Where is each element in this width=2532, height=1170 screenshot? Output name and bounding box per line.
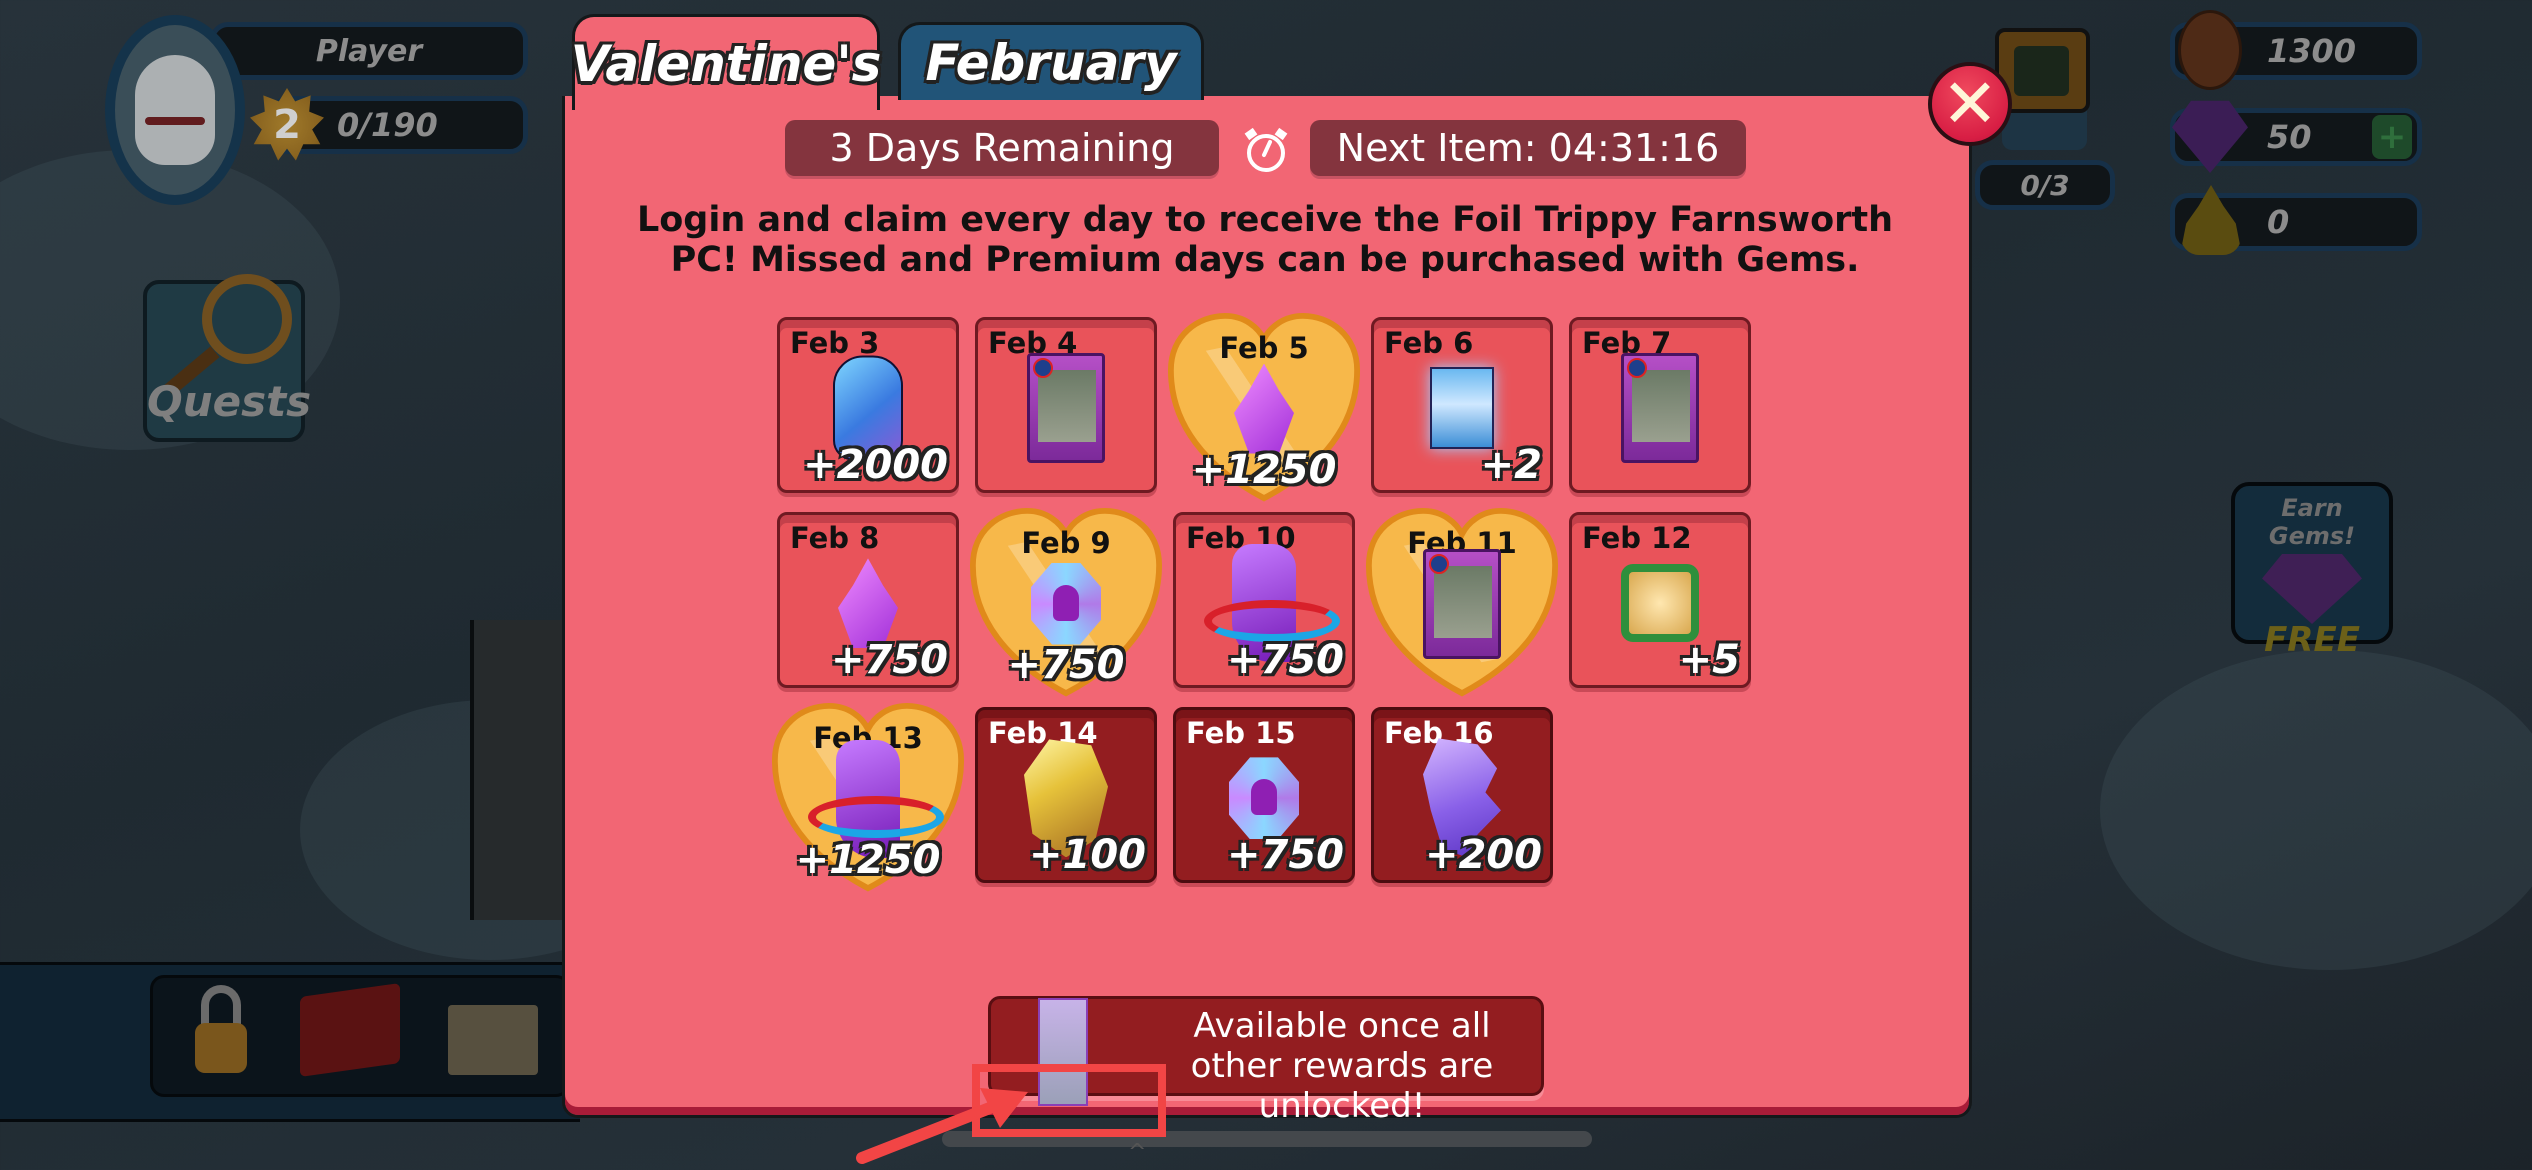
- reward-quantity: +2: [1480, 442, 1542, 488]
- reward-tile[interactable]: Feb 5 +1250: [1167, 312, 1361, 502]
- reward-date: Feb 3: [790, 326, 880, 360]
- trippy-farnsworth-card-icon: [1621, 353, 1699, 464]
- reward-date: Feb 6: [1384, 326, 1474, 360]
- lock-body: [195, 1023, 247, 1073]
- gem-icon: [2262, 554, 2362, 624]
- reward-tile[interactable]: Feb 3 +2000: [777, 317, 959, 493]
- earn-gems-button[interactable]: Earn Gems! FREE: [2231, 482, 2393, 660]
- avatar[interactable]: [105, 15, 245, 205]
- reward-tile[interactable]: Feb 8 +750: [777, 512, 959, 688]
- reward-quantity: +750: [1226, 832, 1344, 878]
- reward-tile[interactable]: Feb 14 +100: [975, 707, 1157, 883]
- reward-date: Feb 12: [1582, 521, 1692, 555]
- reward-tile[interactable]: Feb 10 +750: [1173, 512, 1355, 688]
- reward-quantity: +750: [1007, 642, 1125, 688]
- reward-date: Feb 5: [1219, 331, 1309, 365]
- toolbox-icon[interactable]: [300, 982, 400, 1078]
- player-name[interactable]: Player: [210, 22, 528, 80]
- next-item-timer: Next Item: 04:31:16: [1310, 120, 1746, 176]
- character-badge-icon: [1621, 564, 1699, 643]
- reward-quantity: +1250: [1191, 447, 1337, 493]
- quests-button[interactable]: Quests: [143, 274, 312, 442]
- reward-tile[interactable]: Feb 15 +750: [1173, 707, 1355, 883]
- bobs-burgers-building: [470, 620, 570, 920]
- reward-quantity: +1250: [795, 837, 941, 883]
- coin-icon: [2178, 10, 2242, 90]
- tv-count: 0/3: [1975, 160, 2115, 210]
- stopwatch-icon: [1244, 127, 1288, 172]
- magnifier-icon: [202, 274, 292, 364]
- final-reward-text: Available once all other rewards are unl…: [1190, 1006, 1494, 1126]
- reward-tile[interactable]: Feb 11: [1365, 507, 1559, 697]
- reward-quantity: +5: [1678, 637, 1740, 683]
- reward-tile[interactable]: Feb 6 +2: [1371, 317, 1553, 493]
- earn-gems-label: Earn Gems!: [2268, 494, 2356, 550]
- reward-date: Feb 9: [1021, 526, 1111, 560]
- free-label: FREE: [2264, 620, 2360, 660]
- tab-february[interactable]: February: [898, 22, 1204, 100]
- reward-quantity: +750: [830, 637, 948, 683]
- reward-quantity: +100: [1028, 832, 1146, 878]
- rewards-description: Login and claim every day to receive the…: [636, 200, 1894, 280]
- reward-tile[interactable]: Feb 4: [975, 317, 1157, 493]
- reward-tile[interactable]: Feb 12 +5: [1569, 512, 1751, 688]
- tab-valentines[interactable]: Valentine's: [571, 14, 881, 110]
- card-pack-icon: [1430, 367, 1494, 450]
- annotation-arrow-icon: [856, 1088, 1028, 1164]
- purple-crystal-icon: [838, 558, 898, 649]
- chevron-up-icon: ^: [1128, 1140, 1147, 1165]
- add-gems-button[interactable]: +: [2372, 115, 2412, 159]
- character-token-icon: [1229, 757, 1299, 840]
- reward-date: Feb 8: [790, 521, 880, 555]
- quests-label: Quests: [147, 377, 312, 426]
- brian-avatar-icon: [135, 55, 215, 165]
- reward-tile[interactable]: Feb 7: [1569, 317, 1751, 493]
- reward-quantity: +750: [1226, 637, 1344, 683]
- trippy-farnsworth-card-icon: [1027, 353, 1105, 464]
- reward-date: Feb 15: [1186, 716, 1296, 750]
- mail-icon[interactable]: [448, 1005, 538, 1075]
- reward-quantity: +200: [1424, 832, 1542, 878]
- reward-quantity: +2000: [803, 442, 948, 488]
- reward-tile[interactable]: Feb 16 +200: [1371, 707, 1553, 883]
- reward-tile[interactable]: Feb 9 +750: [969, 507, 1163, 697]
- close-button[interactable]: ✕: [1928, 62, 2012, 146]
- reward-tile[interactable]: Feb 13 +1250: [771, 702, 965, 892]
- lock-icon[interactable]: [195, 985, 247, 1080]
- days-remaining: 3 Days Remaining: [785, 120, 1219, 176]
- trippy-farnsworth-card-icon: [1423, 548, 1501, 659]
- background-cloud: [2100, 650, 2532, 970]
